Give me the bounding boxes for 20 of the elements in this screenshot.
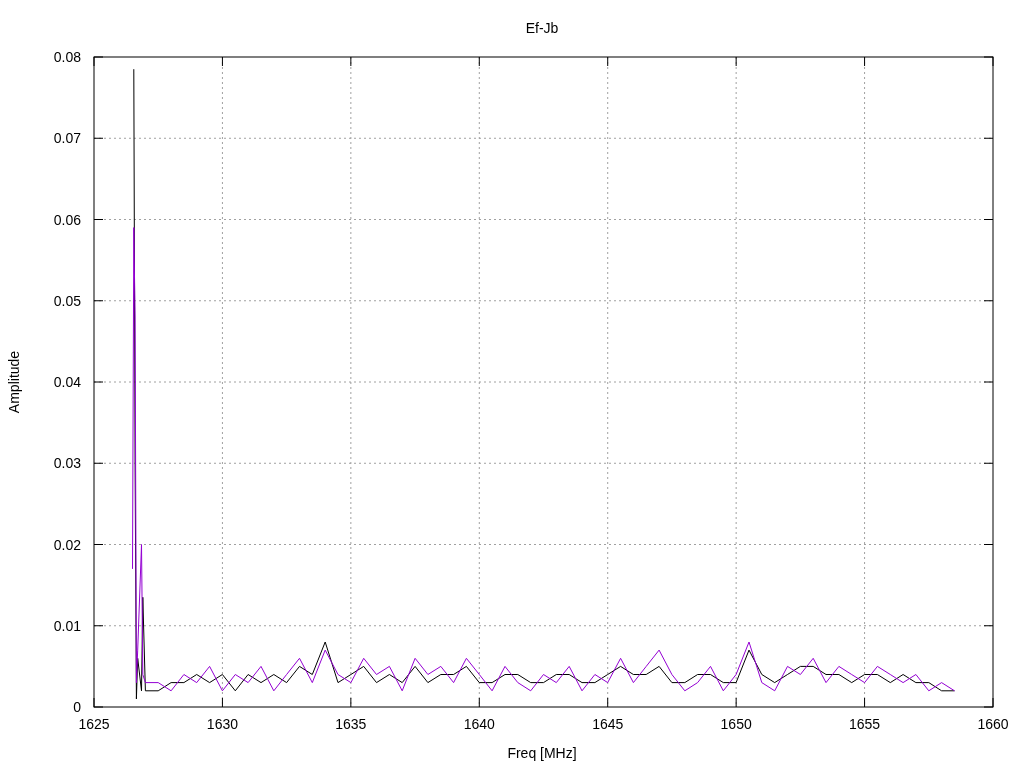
x-axis-label: Freq [MHz] <box>507 745 577 761</box>
y-tick-label: 0.07 <box>53 130 81 147</box>
x-tick-label: 1655 <box>849 716 881 732</box>
x-tick-label: 1625 <box>78 716 110 732</box>
x-tick-label: 1650 <box>720 716 752 732</box>
x-tick-label: 1640 <box>463 716 495 732</box>
x-tick-label: 1635 <box>335 716 367 732</box>
x-tick-label: 1630 <box>206 716 238 732</box>
x-tick-label: 1660 <box>977 716 1009 732</box>
chart-title: Ef-Jb <box>525 20 559 36</box>
y-tick-label: 0.08 <box>53 49 81 65</box>
y-tick-label: 0.02 <box>53 536 81 553</box>
y-tick-label: 0.03 <box>53 455 81 472</box>
y-tick-label: 0.06 <box>53 211 81 228</box>
x-tick-label: 1645 <box>592 716 624 732</box>
y-axis-label: Amplitude <box>6 350 22 414</box>
y-tick-label: 0.05 <box>53 292 81 309</box>
y-tick-label: 0.01 <box>53 617 81 634</box>
y-tick-label: 0.04 <box>53 374 81 390</box>
y-tick-label: 0 <box>73 699 81 715</box>
